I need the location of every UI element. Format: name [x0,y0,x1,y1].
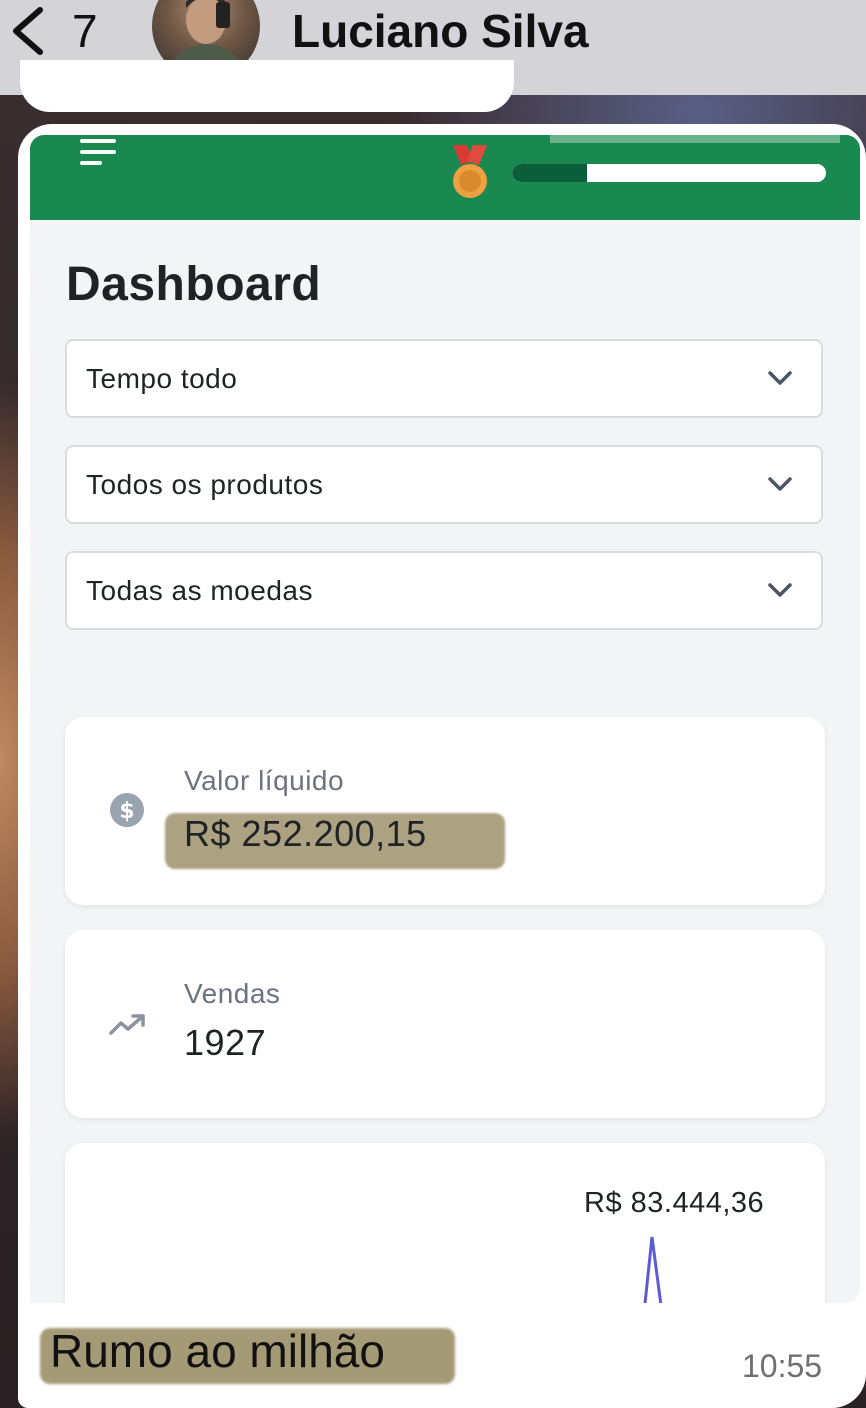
chart-line [643,1236,663,1303]
chevron-down-icon [768,583,792,597]
sales-value: 1927 [184,1022,267,1063]
net-value-label: Valor líquido [184,765,345,796]
level-progress-fill [512,164,588,182]
level-progress-bar [512,164,826,182]
page-title: Dashboard [66,258,322,311]
app-topbar [30,135,860,220]
message-time: 10:55 [742,1348,823,1384]
sales-card: Vendas 1927 [65,930,825,1118]
unread-count[interactable]: 7 [72,4,98,58]
products-select[interactable]: Todos os produtos [65,445,823,524]
dashboard-screenshot[interactable]: Dashboard Tempo todo Todos os produtos T… [30,135,860,1303]
net-value: R$ 252.200,15 [184,813,427,854]
period-select-value: Tempo todo [86,363,238,394]
net-value-card: $ Valor líquido R$ 252.200,15 [65,717,825,905]
products-select-value: Todos os produtos [86,469,324,500]
dollar-icon: $ [110,793,144,827]
cropped-status-text [550,135,840,143]
chevron-down-icon [768,477,792,491]
medal-icon [453,145,487,198]
revenue-chart-card: R$ 83.444,36 [65,1143,825,1303]
chevron-down-icon [768,371,792,385]
currency-select-value: Todas as moedas [86,575,313,606]
period-select[interactable]: Tempo todo [65,339,823,418]
back-chevron-icon[interactable] [8,6,48,56]
trending-up-icon [109,1014,145,1035]
message-caption: Rumo ao milhão [50,1325,385,1377]
revenue-chart [643,1236,663,1303]
sales-label: Vendas [184,978,281,1009]
currency-select[interactable]: Todas as moedas [65,551,823,630]
hamburger-menu-icon[interactable] [80,137,118,169]
svg-text:$: $ [119,799,134,824]
contact-name[interactable]: Luciano Silva [292,4,589,58]
previous-message-bubble[interactable] [20,60,514,112]
